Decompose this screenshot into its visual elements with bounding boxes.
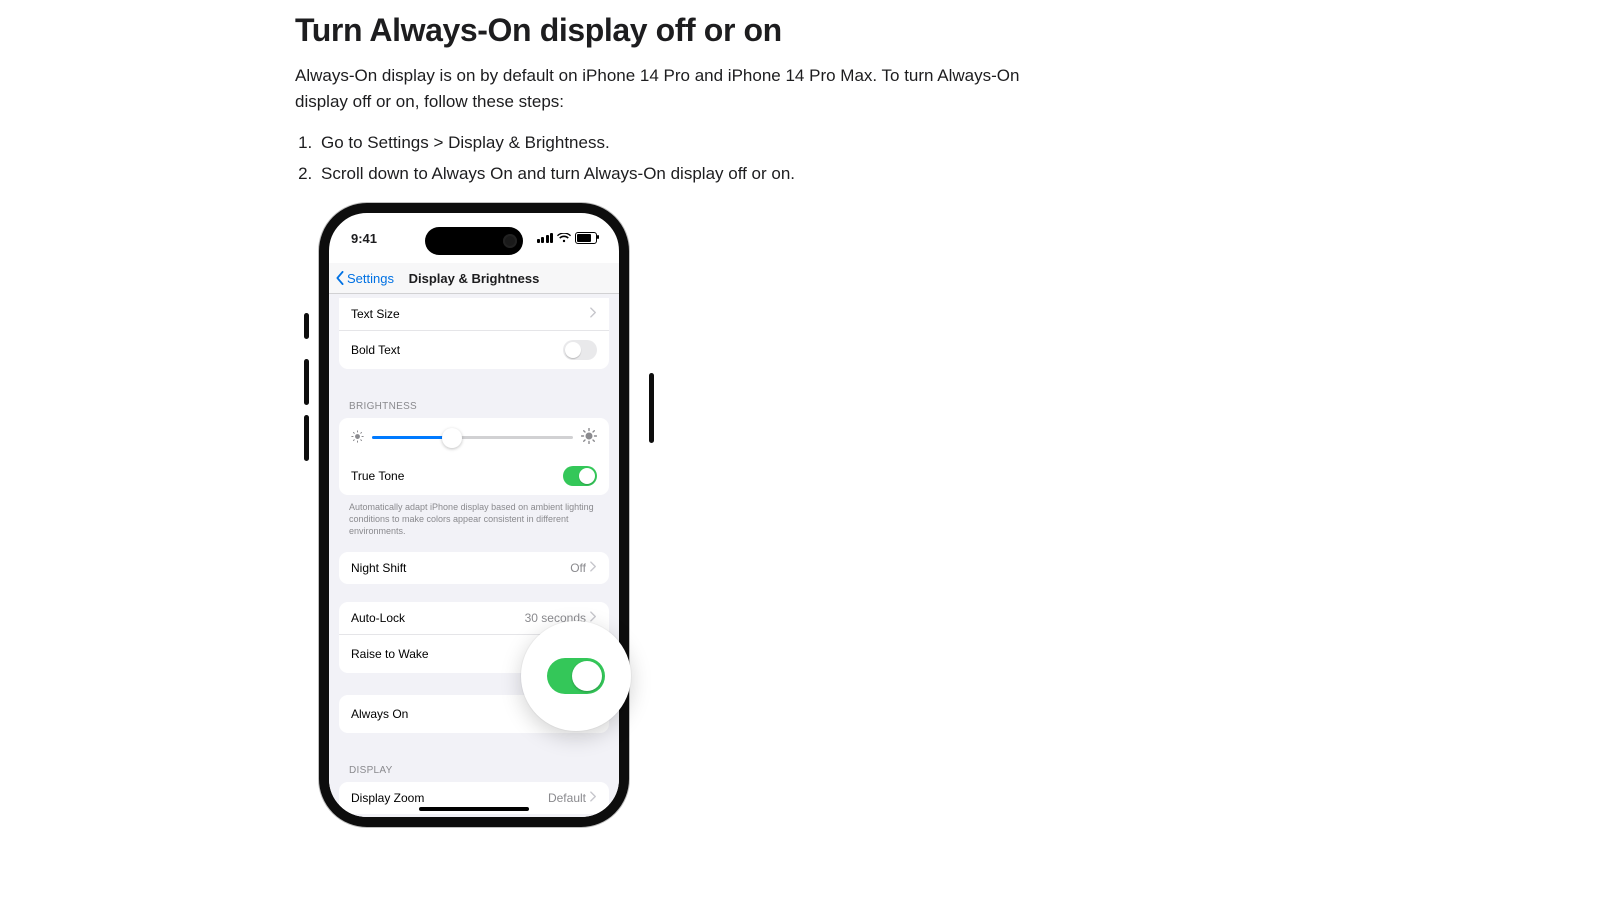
phone-side-button: [649, 373, 654, 443]
wifi-icon: [557, 231, 571, 246]
always-on-callout: [521, 621, 631, 731]
back-label: Settings: [347, 271, 394, 286]
cellular-icon: [537, 233, 554, 243]
phone-side-button: [304, 313, 309, 339]
back-button[interactable]: Settings: [329, 271, 394, 286]
home-indicator: [419, 807, 529, 811]
row-bold-text[interactable]: Bold Text: [339, 331, 609, 369]
settings-content: Text Size Bold Text BRIGHTNESS: [329, 294, 619, 818]
sun-large-icon: [581, 428, 597, 447]
row-true-tone[interactable]: True Tone: [339, 457, 609, 495]
status-time: 9:41: [351, 231, 377, 246]
always-on-toggle-zoom: [547, 658, 605, 694]
sun-small-icon: [351, 430, 364, 446]
display-zoom-footer: Choose a view for iPhone. Larger Text sh…: [329, 814, 619, 819]
chevron-right-icon: [590, 561, 597, 575]
steps-list: Go to Settings > Display & Brightness. S…: [295, 128, 1085, 189]
article-body: Turn Always-On display off or on Always-…: [295, 12, 1085, 827]
dynamic-island: [425, 227, 523, 255]
row-value: Off: [570, 561, 586, 575]
phone-screenshot: 9:41 Settings Display & Brightness: [319, 203, 639, 827]
true-tone-toggle[interactable]: [563, 466, 597, 486]
row-label: Bold Text: [351, 343, 400, 357]
row-label: Always On: [351, 707, 408, 721]
phone-frame: 9:41 Settings Display & Brightness: [319, 203, 629, 827]
row-value: Default: [548, 791, 586, 805]
row-label: Raise to Wake: [351, 647, 429, 661]
row-label: Text Size: [351, 307, 400, 321]
row-label: Night Shift: [351, 561, 406, 575]
chevron-right-icon: [590, 791, 597, 805]
bold-text-toggle[interactable]: [563, 340, 597, 360]
phone-side-button: [304, 415, 309, 461]
nav-bar: Settings Display & Brightness: [329, 263, 619, 294]
camera-icon: [503, 234, 517, 248]
true-tone-footer: Automatically adapt iPhone display based…: [329, 495, 619, 537]
article-heading: Turn Always-On display off or on: [295, 12, 1085, 49]
section-header-display: DISPLAY: [329, 747, 619, 782]
battery-icon: [575, 232, 597, 244]
step-item: Go to Settings > Display & Brightness.: [317, 128, 1085, 159]
article-intro: Always-On display is on by default on iP…: [295, 63, 1065, 114]
row-night-shift[interactable]: Night Shift Off: [339, 552, 609, 584]
row-label: Display Zoom: [351, 791, 424, 805]
step-item: Scroll down to Always On and turn Always…: [317, 159, 1085, 190]
row-text-size[interactable]: Text Size: [339, 298, 609, 331]
chevron-left-icon: [335, 271, 345, 285]
phone-side-button: [304, 359, 309, 405]
screen-title: Display & Brightness: [409, 271, 540, 286]
row-label: True Tone: [351, 469, 404, 483]
brightness-slider-row[interactable]: [339, 418, 609, 457]
brightness-slider[interactable]: [372, 436, 573, 439]
row-label: Auto-Lock: [351, 611, 405, 625]
chevron-right-icon: [590, 307, 597, 321]
section-header-brightness: BRIGHTNESS: [329, 383, 619, 418]
